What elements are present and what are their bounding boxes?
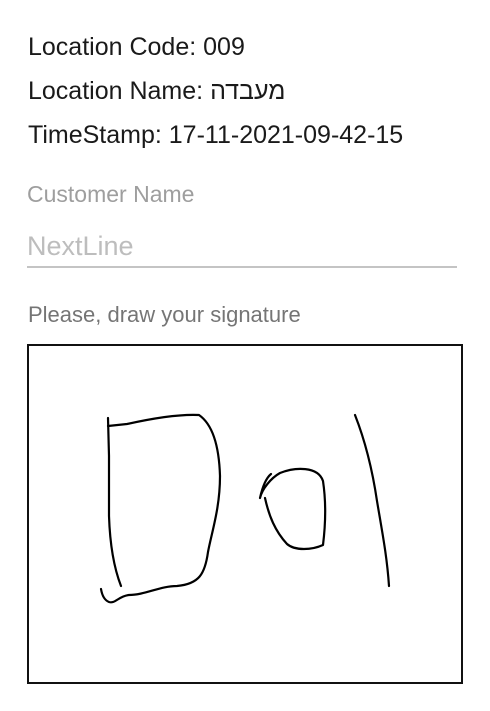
location-name-line: Location Name: מעבדה: [28, 76, 285, 106]
customer-name-input[interactable]: [27, 226, 457, 268]
signature-pad[interactable]: [27, 344, 463, 684]
location-name-label: Location Name:: [28, 77, 204, 105]
customer-name-label: Customer Name: [27, 181, 195, 207]
signature-strokes: [99, 413, 391, 604]
location-code-line: Location Code: 009: [28, 32, 245, 62]
signature-drawing: [99, 413, 391, 604]
location-name-value: מעבדה: [210, 77, 286, 105]
signature-stroke-3: [258, 467, 327, 551]
location-code-label: Location Code:: [28, 33, 197, 61]
timestamp-value: 17-11-2021-09-42-15: [168, 121, 404, 149]
timestamp-label: TimeStamp:: [28, 121, 162, 149]
signature-stroke-4: [353, 413, 391, 588]
signature-stroke-2: [99, 413, 222, 604]
timestamp-line: TimeStamp: 17-11-2021-09-42-15: [28, 120, 403, 150]
signature-instruction: Please, draw your signature: [28, 302, 301, 327]
location-code-value: 009: [203, 33, 245, 61]
signature-stroke-1: [106, 416, 123, 588]
